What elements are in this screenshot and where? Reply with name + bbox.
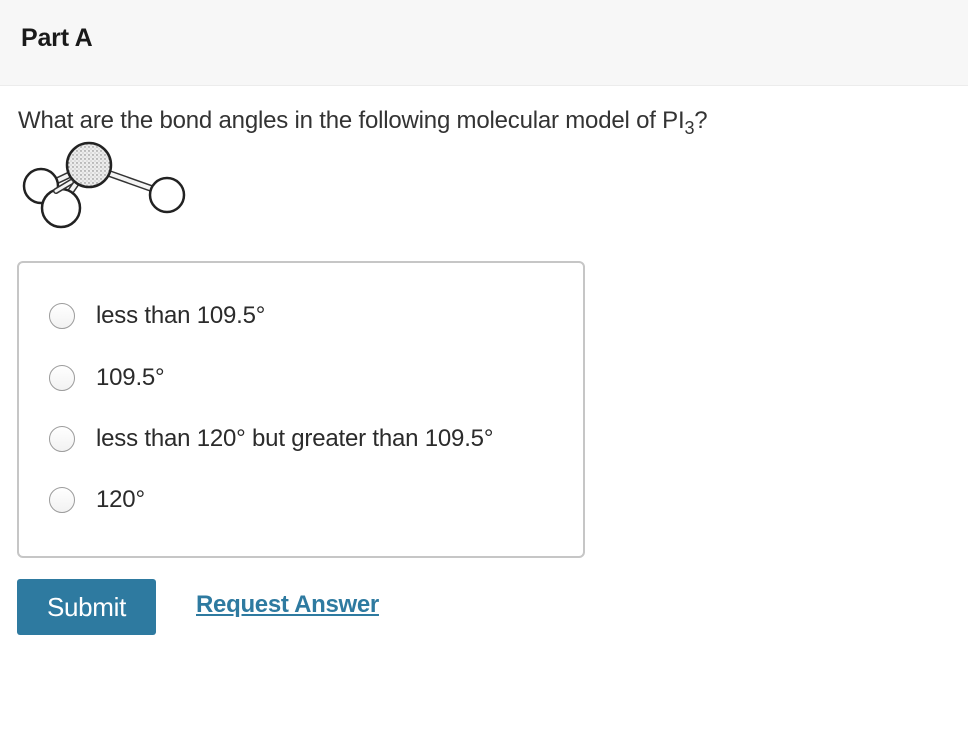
choice-option-2[interactable]: 109.5° xyxy=(49,363,165,393)
radio-button-4[interactable] xyxy=(49,487,75,513)
pi3-molecule-icon xyxy=(22,141,186,229)
question-text-main: What are the bond angles in the followin… xyxy=(18,107,685,134)
question-text: What are the bond angles in the followin… xyxy=(18,107,708,138)
choice-option-1[interactable]: less than 109.5° xyxy=(49,301,265,331)
radio-button-2[interactable] xyxy=(49,365,75,391)
choice-label-3: less than 120° but greater than 109.5° xyxy=(96,425,494,452)
choice-label-4: 120° xyxy=(96,486,145,513)
part-header: Part A xyxy=(0,0,968,86)
radio-button-1[interactable] xyxy=(49,303,75,329)
request-answer-link[interactable]: Request Answer xyxy=(196,591,379,619)
answer-choices-group: less than 109.5° 109.5° less than 120° b… xyxy=(17,261,585,558)
question-text-end: ? xyxy=(694,107,708,134)
choice-label-1: less than 109.5° xyxy=(96,302,266,329)
question-subscript: 3 xyxy=(684,118,695,138)
radio-button-3[interactable] xyxy=(49,426,75,452)
submit-button[interactable]: Submit xyxy=(17,579,156,635)
choice-option-4[interactable]: 120° xyxy=(49,485,145,515)
part-title: Part A xyxy=(21,24,93,52)
choice-label-2: 109.5° xyxy=(96,364,165,391)
choice-option-3[interactable]: less than 120° but greater than 109.5° xyxy=(49,424,493,454)
molecule-model-image xyxy=(16,138,192,234)
